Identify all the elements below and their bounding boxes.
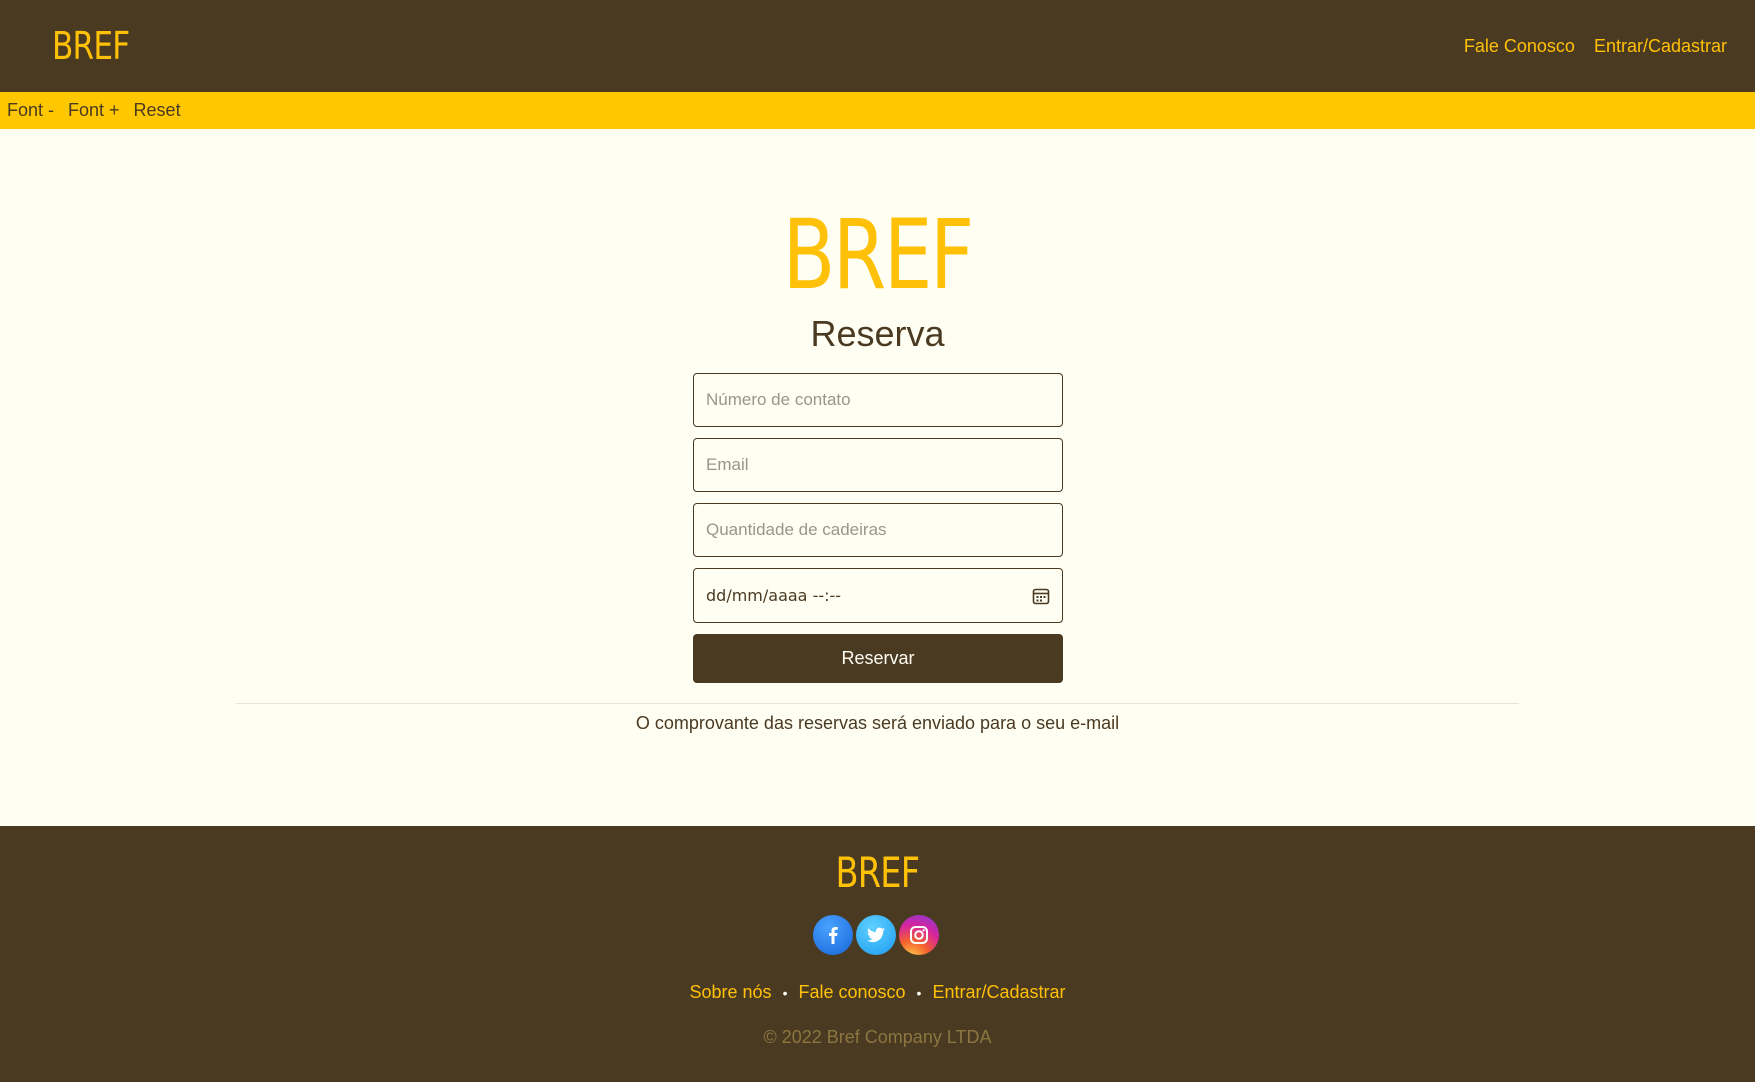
main-content: BREF Reserva Número de contato Email Qua… — [0, 129, 1755, 826]
header-logo[interactable]: BREF — [52, 24, 130, 68]
reservation-form: Número de contato Email Quantidade de ca… — [693, 373, 1063, 683]
footer-links: Sobre nós • Fale conosco • Entrar/Cadast… — [0, 982, 1755, 1003]
separator-dot: • — [782, 984, 788, 1001]
phone-placeholder: Número de contato — [706, 390, 851, 409]
chairs-quantity-field[interactable]: Quantidade de cadeiras — [693, 503, 1063, 557]
font-reset-button[interactable]: Reset — [134, 100, 181, 121]
main-logo-text: BREF — [782, 199, 975, 311]
calendar-icon[interactable] — [1032, 587, 1050, 605]
header-nav: Fale Conosco Entrar/Cadastrar — [1464, 36, 1727, 57]
chairs-placeholder: Quantidade de cadeiras — [706, 520, 887, 539]
footer-link-sobre-nos[interactable]: Sobre nós — [690, 982, 772, 1003]
divider — [236, 703, 1519, 704]
copyright: © 2022 Bref Company LTDA — [763, 1027, 992, 1047]
reservation-note: O comprovante das reservas será enviado … — [635, 713, 1120, 733]
font-increase-button[interactable]: Font + — [68, 100, 120, 121]
site-footer: BREF Sobre nós • Fale conosco • Entrar/C… — [0, 826, 1755, 1082]
email-placeholder: Email — [706, 455, 749, 474]
footer-logo-text: BREF — [835, 848, 921, 897]
email-field[interactable]: Email — [693, 438, 1063, 492]
footer-link-entrar-cadastrar[interactable]: Entrar/Cadastrar — [932, 982, 1065, 1003]
accessibility-bar: Font - Font + Reset — [0, 92, 1755, 129]
datetime-field[interactable]: dd/mm/aaaa --:-- — [693, 568, 1063, 623]
datetime-value: dd/mm/aaaa --:-- — [706, 586, 842, 605]
footer-link-fale-conosco[interactable]: Fale conosco — [798, 982, 905, 1003]
footer-logo: BREF — [0, 848, 1755, 897]
page-title: Reserva — [810, 313, 945, 354]
main-logo: BREF — [0, 205, 1755, 305]
social-links — [813, 915, 939, 955]
facebook-icon[interactable] — [813, 915, 853, 955]
instagram-icon[interactable] — [899, 915, 939, 955]
phone-field[interactable]: Número de contato — [693, 373, 1063, 427]
twitter-icon[interactable] — [856, 915, 896, 955]
nav-link-fale-conosco[interactable]: Fale Conosco — [1464, 36, 1575, 57]
top-header: BREF Fale Conosco Entrar/Cadastrar — [0, 0, 1755, 92]
reserve-button[interactable]: Reservar — [693, 634, 1063, 683]
font-decrease-button[interactable]: Font - — [7, 100, 54, 121]
nav-link-entrar-cadastrar[interactable]: Entrar/Cadastrar — [1594, 36, 1727, 57]
separator-dot: • — [916, 984, 922, 1001]
